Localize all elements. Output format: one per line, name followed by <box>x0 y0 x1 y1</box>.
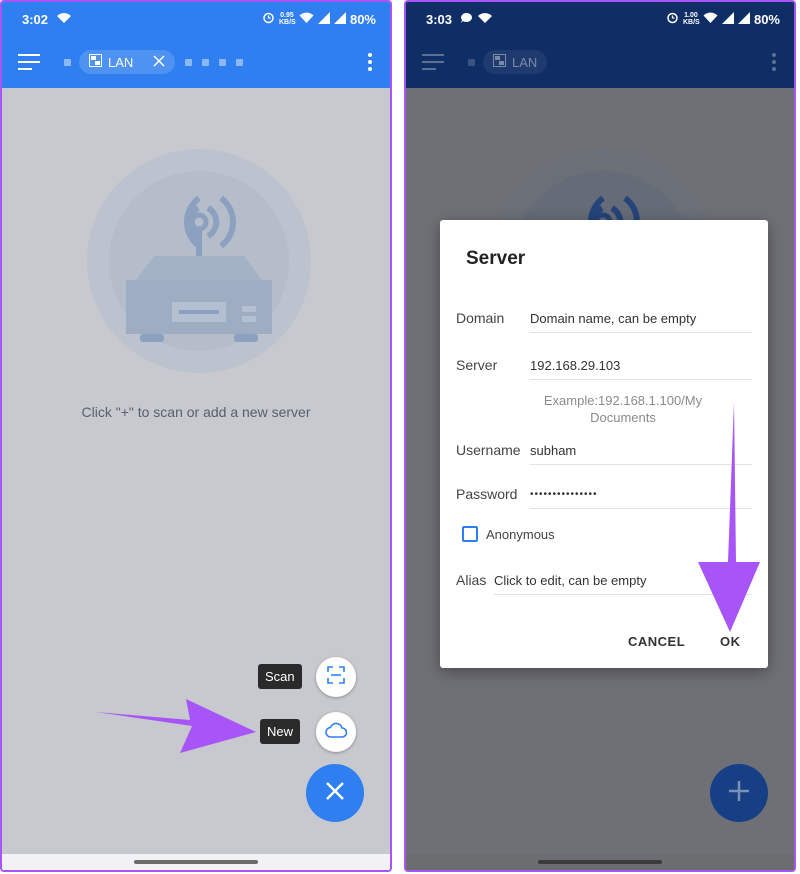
tab-lan[interactable]: LAN <box>483 50 548 74</box>
tab-indicators-left <box>64 58 71 66</box>
battery-level: 80% <box>349 11 376 27</box>
password-field[interactable]: ••••••••••••••• <box>530 480 752 509</box>
alias-label: Alias <box>456 572 487 588</box>
add-server-fab-button[interactable] <box>710 764 768 822</box>
tab-lan-label: LAN <box>512 54 538 70</box>
scan-icon <box>326 665 346 690</box>
domain-label: Domain <box>456 310 505 326</box>
alias-field[interactable]: Click to edit, can be empty <box>494 566 752 595</box>
status-bar: 3:03 1.00 KB/S 80% <box>406 2 794 36</box>
anonymous-option[interactable]: Anonymous <box>462 526 555 542</box>
right-phone-screen: 3:03 1.00 KB/S 80% LAN Server Domain Dom… <box>404 0 796 872</box>
dialog-title: Server <box>466 248 526 269</box>
cancel-button[interactable]: CANCEL <box>628 634 685 649</box>
close-tab-icon[interactable] <box>153 54 165 70</box>
alias-row: Alias Click to edit, can be empty <box>456 566 754 596</box>
home-indicator[interactable] <box>134 860 258 864</box>
alarm-icon <box>262 11 275 27</box>
server-field[interactable]: 192.168.29.103 <box>530 351 752 380</box>
new-server-button[interactable] <box>316 712 356 752</box>
tab-lan-label: LAN <box>108 54 134 70</box>
cell-signal-2-icon <box>333 11 346 27</box>
wifi-signal-icon <box>299 12 314 27</box>
app-bar: LAN <box>2 36 390 88</box>
username-field[interactable]: subham <box>530 436 752 465</box>
tab-indicators-right <box>185 58 244 66</box>
cell-signal-icon <box>317 11 330 27</box>
scan-button[interactable] <box>316 657 356 697</box>
cell-signal-2-icon <box>737 11 750 27</box>
cell-signal-icon <box>721 11 734 27</box>
cloud-icon <box>325 722 348 743</box>
battery-level: 80% <box>753 11 780 27</box>
plus-icon <box>728 780 750 807</box>
new-label: New <box>260 719 301 744</box>
status-time: 3:02 <box>22 11 49 27</box>
router-illustration <box>40 146 314 391</box>
wifi-status-icon <box>477 12 493 27</box>
lan-tab-icon <box>89 54 102 70</box>
password-row: Password ••••••••••••••• <box>456 480 754 510</box>
alarm-icon <box>666 11 679 27</box>
overflow-menu-icon[interactable] <box>362 49 378 75</box>
nav-bar <box>2 854 390 870</box>
close-icon <box>325 781 345 806</box>
empty-state-message: Click "+" to scan or add a new server <box>81 404 311 420</box>
anonymous-checkbox[interactable] <box>462 526 478 542</box>
server-label: Server <box>456 357 498 373</box>
overflow-menu-icon[interactable] <box>766 49 782 75</box>
home-indicator[interactable] <box>538 860 662 864</box>
menu-icon[interactable] <box>18 49 44 75</box>
server-dialog: Server Domain Domain name, can be empty … <box>440 220 768 668</box>
username-label: Username <box>456 442 521 458</box>
username-row: Username subham <box>456 436 754 466</box>
ok-button[interactable]: OK <box>720 634 741 649</box>
left-phone-screen: 3:02 0.95 KB/S 80% LAN Click "+" to scan… <box>0 0 392 872</box>
wifi-signal-icon <box>703 12 718 27</box>
chat-bubble-icon <box>460 12 473 27</box>
wifi-status-icon <box>56 12 72 27</box>
menu-icon[interactable] <box>422 49 448 75</box>
lan-tab-icon <box>493 54 506 70</box>
close-fab-button[interactable] <box>306 764 364 822</box>
anonymous-label: Anonymous <box>486 526 555 542</box>
network-speed: 1.00 KB/S <box>682 12 700 26</box>
network-speed: 0.95 KB/S <box>278 12 296 26</box>
scan-label: Scan <box>258 664 302 689</box>
tab-lan[interactable]: LAN <box>79 50 176 74</box>
password-label: Password <box>456 486 518 502</box>
domain-row: Domain Domain name, can be empty <box>456 304 754 334</box>
domain-field[interactable]: Domain name, can be empty <box>530 304 752 333</box>
status-time: 3:03 <box>426 11 453 27</box>
tab-indicators-left <box>468 58 475 66</box>
server-row: Server 192.168.29.103 <box>456 351 754 381</box>
nav-bar <box>406 854 794 870</box>
app-bar: LAN <box>406 36 794 88</box>
status-bar: 3:02 0.95 KB/S 80% <box>2 2 390 36</box>
server-hint: Example:192.168.1.100/My Documents <box>543 393 703 425</box>
